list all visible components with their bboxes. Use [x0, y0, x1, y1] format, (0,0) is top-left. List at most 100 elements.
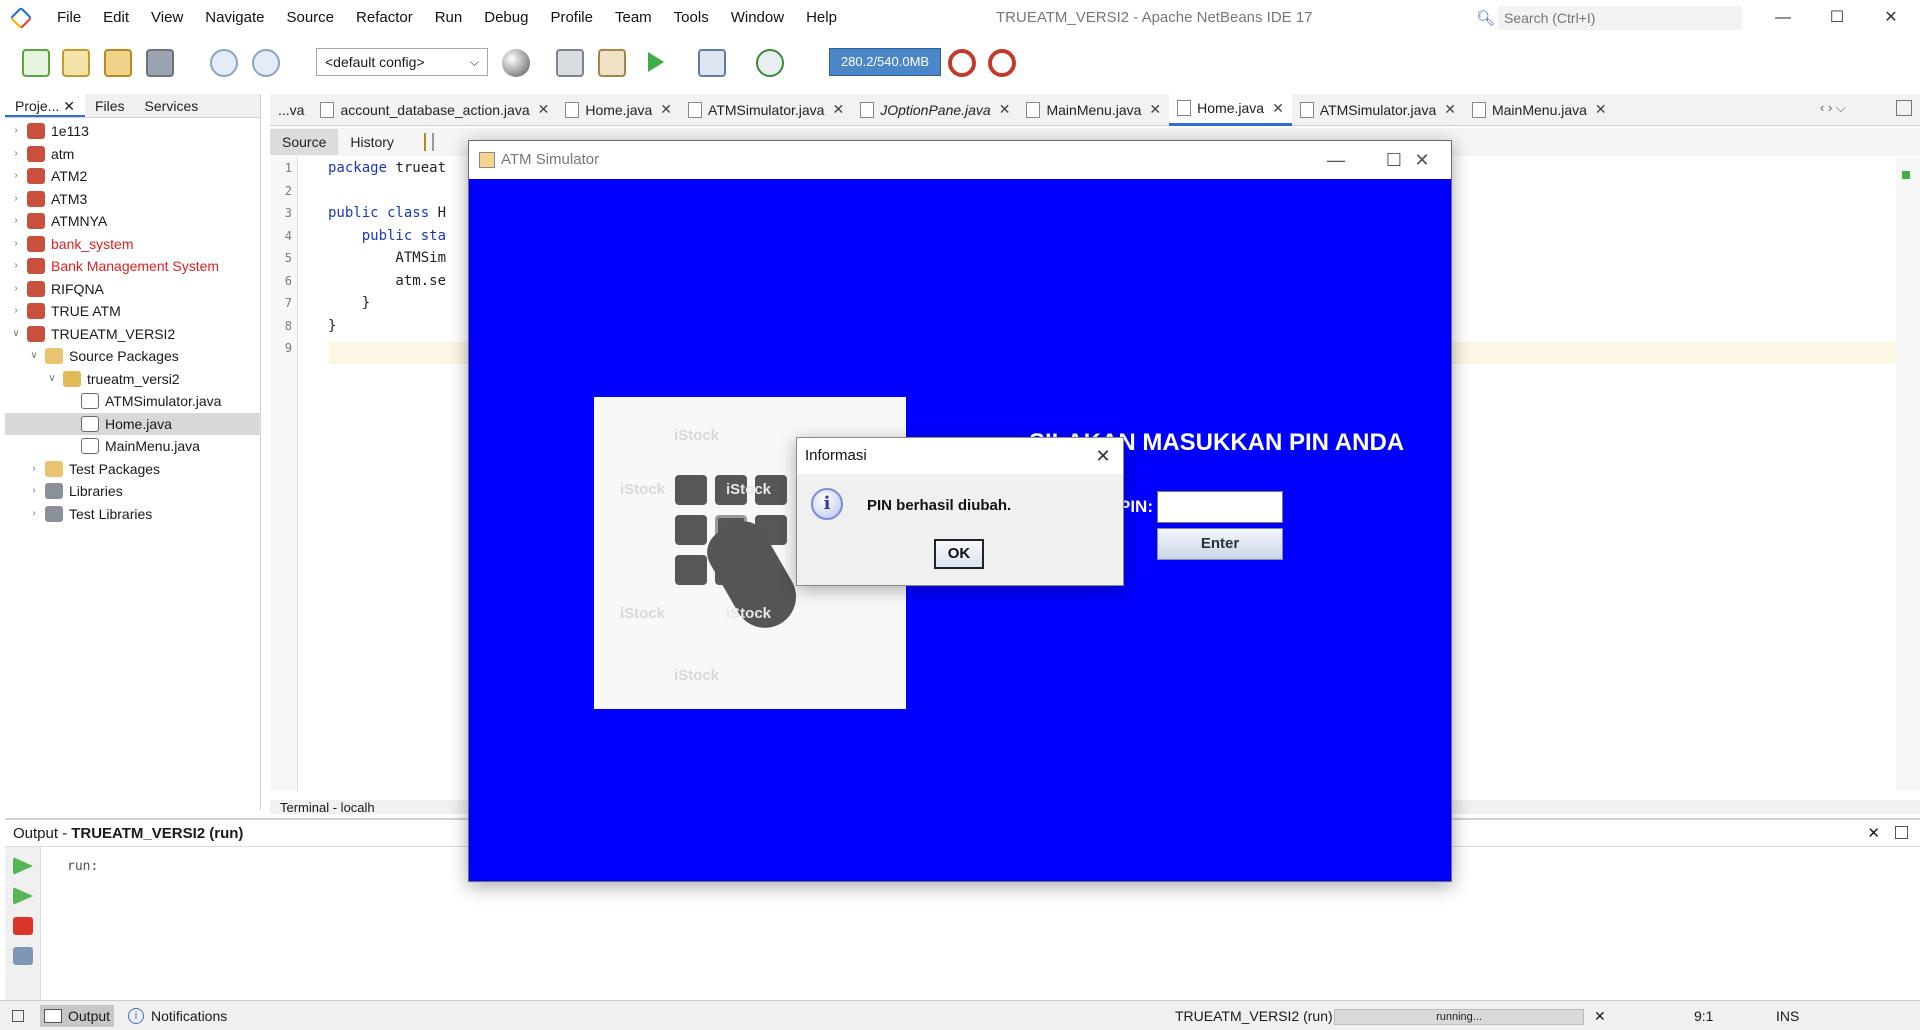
menu-window[interactable]: Window [720, 0, 795, 36]
chevron-right-icon[interactable]: › [9, 143, 23, 165]
config-select[interactable]: <default config> ⌵ [316, 48, 488, 76]
save-all-icon[interactable] [146, 49, 174, 77]
tree-item[interactable]: › TRUE ATM [5, 300, 261, 322]
chevron-down-icon[interactable]: ∨ [45, 368, 59, 390]
restore-editor-icon[interactable] [1896, 100, 1912, 116]
close-tab-icon[interactable]: ✕ [832, 101, 844, 118]
menu-help[interactable]: Help [795, 0, 848, 36]
close-tab-icon[interactable]: ✕ [1272, 100, 1284, 117]
pin-input[interactable] [1157, 491, 1283, 523]
chevron-right-icon[interactable]: › [27, 503, 41, 525]
chevron-right-icon[interactable]: › [27, 480, 41, 502]
enter-button[interactable]: Enter [1157, 528, 1283, 560]
chevron-right-icon[interactable]: › [9, 278, 23, 300]
profiler-snapshot-icon[interactable] [988, 49, 1016, 77]
source-view-button[interactable]: Source [270, 129, 339, 155]
undo-icon[interactable] [210, 49, 238, 77]
tree-item[interactable]: ATMSimulator.java [5, 390, 261, 412]
close-tab-icon[interactable]: ✕ [660, 101, 672, 118]
stop-icon[interactable] [13, 917, 33, 935]
editor-tab[interactable]: account_database_action.java ✕ [312, 94, 557, 126]
close-button[interactable]: ✕ [1868, 0, 1914, 36]
status-square-icon[interactable] [12, 1010, 24, 1022]
tree-item[interactable]: › Bank Management System [5, 255, 261, 277]
chevron-down-icon[interactable]: ∨ [9, 323, 23, 345]
menu-edit[interactable]: Edit [92, 0, 140, 36]
chevron-right-icon[interactable]: › [9, 188, 23, 210]
tab-scroll-arrows-icon[interactable]: ‹ › ⌵ [1820, 100, 1846, 116]
profile-icon[interactable] [756, 49, 784, 77]
back-icon[interactable] [431, 133, 434, 151]
tab-services[interactable]: Services [135, 94, 209, 117]
tab-projects[interactable]: Proje... ✕ [5, 94, 85, 117]
editor-tab[interactable]: MainMenu.java ✕ [1018, 94, 1169, 126]
build-hammer-icon[interactable] [556, 49, 584, 77]
gc-icon[interactable] [948, 49, 976, 77]
chevron-right-icon[interactable]: › [9, 255, 23, 277]
ok-button[interactable]: OK [934, 539, 984, 569]
redo-icon[interactable] [252, 49, 280, 77]
settings-icon[interactable] [13, 947, 33, 965]
close-tab-icon[interactable]: ✕ [999, 101, 1011, 118]
debug-icon[interactable] [698, 49, 726, 77]
menu-source[interactable]: Source [275, 0, 345, 36]
terminal-tab[interactable]: Terminal - localh [280, 802, 375, 814]
rerun-with-params-icon[interactable] [13, 887, 33, 905]
cancel-progress-icon[interactable]: ✕ [1594, 1001, 1606, 1030]
menu-navigate[interactable]: Navigate [194, 0, 275, 36]
tree-item[interactable]: › atm [5, 143, 261, 165]
chevron-right-icon[interactable]: › [9, 120, 23, 142]
dialog-close-button[interactable]: ✕ [1083, 438, 1123, 474]
run-icon[interactable] [648, 52, 664, 72]
menu-debug[interactable]: Debug [473, 0, 539, 36]
menu-tools[interactable]: Tools [663, 0, 720, 36]
minimize-button[interactable]: — [1760, 0, 1806, 36]
search-box[interactable]: 🔍︎ [1476, 6, 1750, 30]
rerun-icon[interactable] [13, 857, 33, 875]
tree-item[interactable]: ∨ TRUEATM_VERSI2 [5, 323, 261, 345]
chevron-right-icon[interactable]: › [9, 210, 23, 232]
open-project-icon[interactable] [104, 49, 132, 77]
tree-item[interactable]: › ATM2 [5, 165, 261, 187]
tree-item[interactable]: › ATM3 [5, 188, 261, 210]
globe-icon[interactable] [502, 49, 530, 77]
search-input[interactable] [1498, 6, 1742, 30]
chevron-right-icon[interactable]: › [9, 165, 23, 187]
chevron-right-icon[interactable]: › [9, 233, 23, 255]
restore-output-icon[interactable] [1895, 826, 1908, 839]
menu-run[interactable]: Run [424, 0, 474, 36]
tab-files[interactable]: Files [85, 94, 135, 117]
tree-item[interactable]: › Test Packages [5, 458, 261, 480]
tree-item[interactable]: MainMenu.java [5, 435, 261, 457]
tree-item[interactable]: › bank_system [5, 233, 261, 255]
tree-item[interactable]: › Test Libraries [5, 503, 261, 525]
menu-profile[interactable]: Profile [539, 0, 604, 36]
atm-minimize-button[interactable]: — [1307, 141, 1365, 179]
tree-item[interactable]: › ATMNYA [5, 210, 261, 232]
last-edit-icon[interactable] [423, 133, 426, 151]
editor-tab[interactable]: ...va [270, 94, 312, 126]
tree-item[interactable]: ∨ trueatm_versi2 [5, 368, 261, 390]
editor-tab[interactable]: ATMSimulator.java ✕ [680, 94, 852, 126]
chevron-down-icon[interactable]: ∨ [27, 345, 41, 367]
tree-item[interactable]: Home.java [5, 412, 261, 435]
close-tab-icon[interactable]: ✕ [538, 101, 550, 118]
chevron-right-icon[interactable]: › [9, 300, 23, 322]
tree-item[interactable]: › Libraries [5, 480, 261, 502]
new-project-icon[interactable] [62, 49, 90, 77]
close-output-icon[interactable]: ✕ [1867, 824, 1880, 842]
editor-tab[interactable]: Home.java ✕ [1169, 93, 1292, 126]
editor-tab[interactable]: MainMenu.java ✕ [1464, 94, 1615, 126]
menu-file[interactable]: File [46, 0, 92, 36]
menu-team[interactable]: Team [604, 0, 663, 36]
tree-item[interactable]: › 1e113 [5, 120, 261, 142]
editor-tab[interactable]: JOptionPane.java ✕ [852, 94, 1018, 126]
memory-indicator[interactable]: 280.2/540.0MB [829, 48, 941, 76]
history-view-button[interactable]: History [338, 129, 406, 155]
close-tab-icon[interactable]: ✕ [1444, 101, 1456, 118]
tree-item[interactable]: › RIFQNA [5, 278, 261, 300]
close-tab-icon[interactable]: ✕ [1149, 101, 1161, 118]
notifications-tab[interactable]: Notifications [151, 1001, 227, 1030]
editor-tab[interactable]: Home.java ✕ [557, 94, 680, 126]
close-tab-icon[interactable]: ✕ [1595, 101, 1607, 118]
